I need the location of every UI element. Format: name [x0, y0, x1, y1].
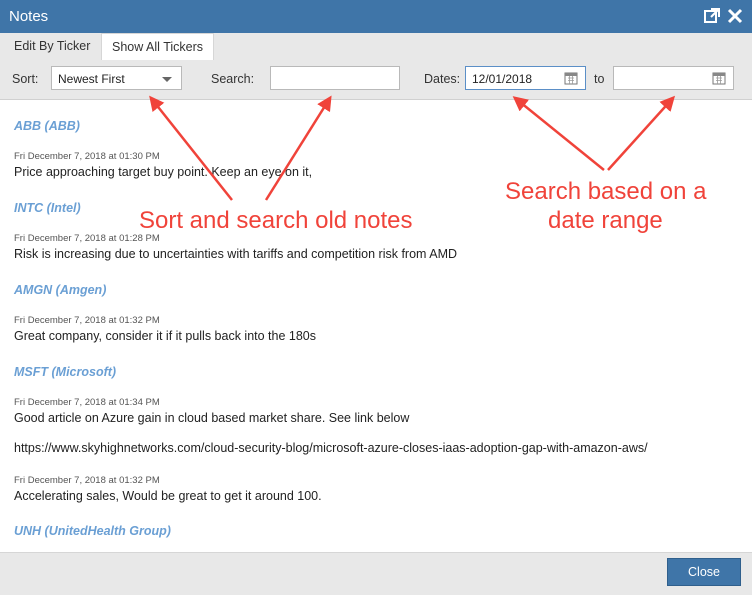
- ticker-heading[interactable]: ABB (ABB): [14, 119, 80, 133]
- note-text: Accelerating sales, Would be great to ge…: [14, 489, 322, 503]
- close-button[interactable]: Close: [667, 558, 741, 586]
- note-timestamp: Fri December 7, 2018 at 01:34 PM: [14, 397, 160, 408]
- note-text: Risk is increasing due to uncertainties …: [14, 247, 458, 261]
- note-timestamp: Fri December 7, 2018 at 01:28 PM: [14, 233, 160, 244]
- note-text: Great company, consider it if it pulls b…: [14, 329, 317, 343]
- tab-show-all-tickers[interactable]: Show All Tickers: [101, 33, 215, 61]
- note-timestamp: Fri December 7, 2018 at 01:32 PM: [14, 315, 160, 326]
- calendar-icon[interactable]: [712, 71, 726, 85]
- note-link[interactable]: https://www.skyhighnetworks.com/cloud-se…: [14, 441, 648, 455]
- date-from-input[interactable]: 12/01/2018: [465, 66, 586, 90]
- calendar-icon[interactable]: [564, 71, 578, 85]
- annotation-date-range-line1: Search based on a: [505, 178, 707, 205]
- tab-bar: Edit By Ticker Show All Tickers: [0, 33, 752, 61]
- ticker-heading[interactable]: INTC (Intel): [14, 201, 81, 215]
- ticker-heading[interactable]: AMGN (Amgen): [14, 283, 106, 297]
- popout-icon[interactable]: [703, 7, 721, 25]
- date-from-value: 12/01/2018: [472, 72, 533, 86]
- search-input[interactable]: [270, 66, 400, 90]
- note-timestamp: Fri December 7, 2018 at 01:30 PM: [14, 151, 160, 162]
- filter-bar: Sort: Newest First Search: Dates: 12/01/…: [0, 60, 752, 100]
- sort-select[interactable]: Newest First: [51, 66, 182, 90]
- ticker-heading[interactable]: UNH (UnitedHealth Group): [14, 524, 171, 538]
- to-label: to: [594, 72, 605, 86]
- note-text: Good article on Azure gain in cloud base…: [14, 411, 410, 425]
- window-title: Notes: [9, 8, 49, 25]
- note-text: Price approaching target buy point. Keep…: [14, 165, 313, 179]
- window-titlebar: Notes: [0, 0, 752, 33]
- ticker-heading[interactable]: MSFT (Microsoft): [14, 365, 116, 379]
- annotation-date-range-line2: date range: [548, 207, 663, 234]
- annotation-sort-search: Sort and search old notes: [139, 207, 413, 234]
- dialog-footer: Close: [0, 552, 752, 595]
- date-to-input[interactable]: [613, 66, 734, 90]
- dates-label: Dates:: [424, 72, 461, 86]
- search-label: Search:: [211, 72, 255, 86]
- tab-edit-by-ticker[interactable]: Edit By Ticker: [4, 33, 100, 60]
- note-timestamp: Fri December 7, 2018 at 01:32 PM: [14, 475, 160, 486]
- sort-value: Newest First: [58, 72, 125, 86]
- chevron-down-icon: [162, 77, 172, 82]
- close-icon[interactable]: [726, 7, 744, 25]
- sort-label: Sort:: [12, 72, 39, 86]
- notes-list: ABB (ABB) Fri December 7, 2018 at 01:30 …: [0, 100, 740, 552]
